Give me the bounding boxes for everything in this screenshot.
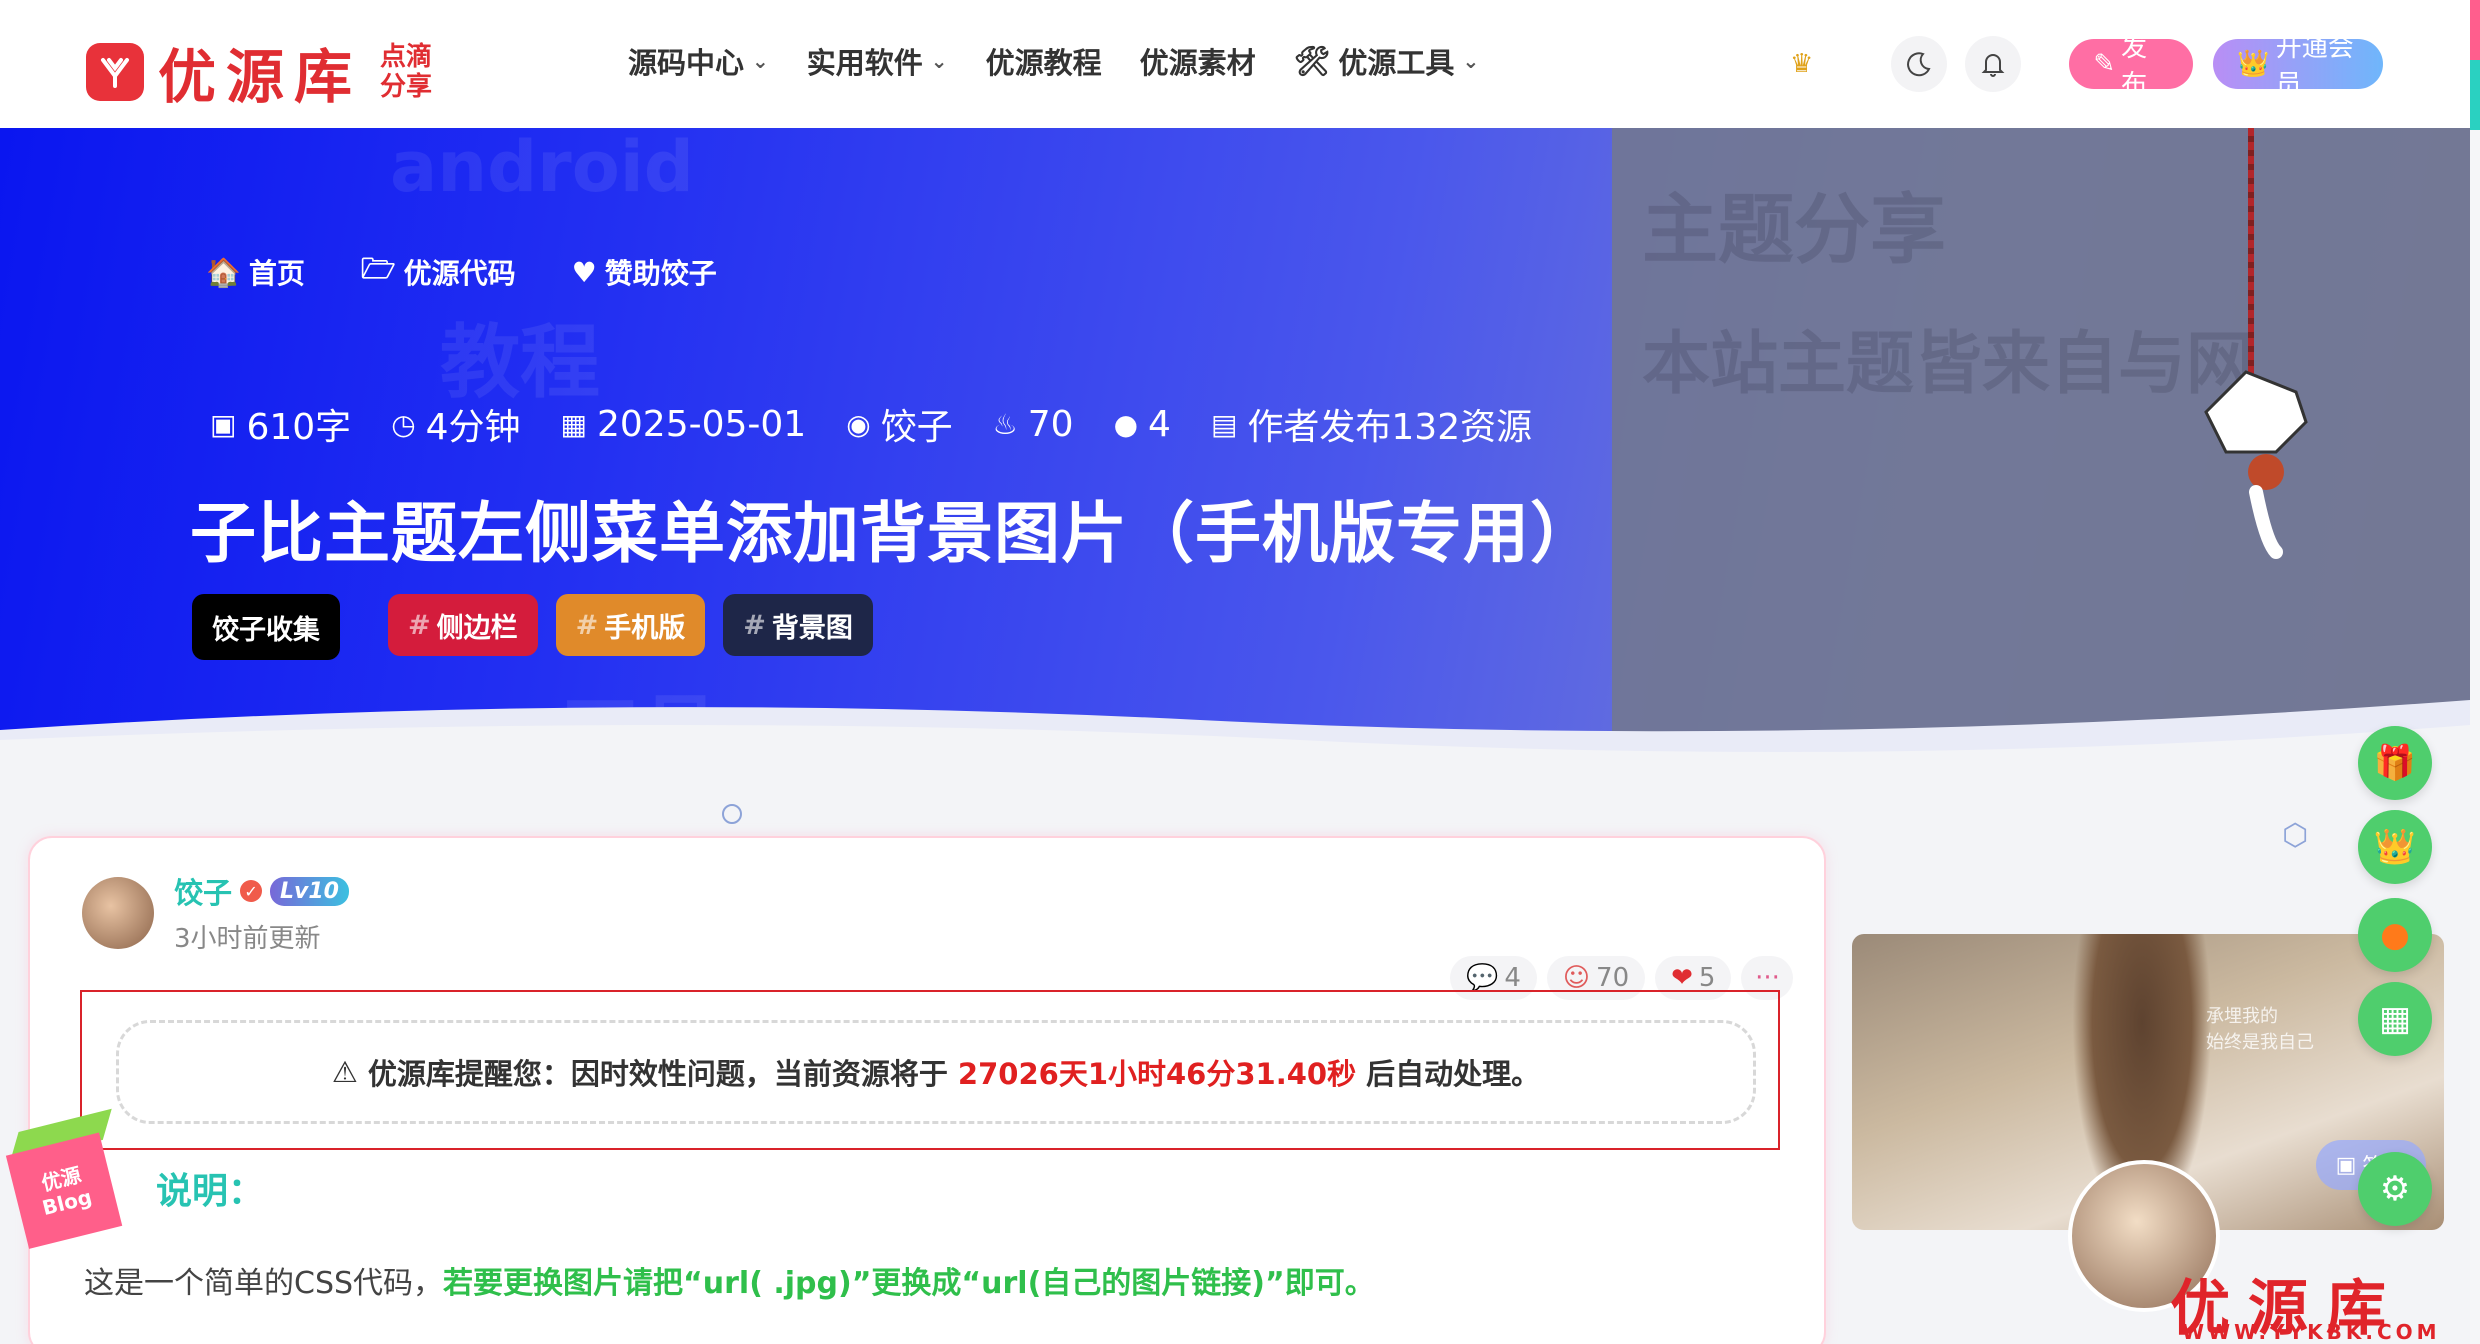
update-time: 3小时前更新 (174, 924, 321, 954)
vip-crown-icon: 👑 (2237, 49, 2270, 79)
avatar[interactable] (82, 876, 154, 949)
author-info: 饺子 ✓ Lv10 3小时前更新 (82, 870, 349, 955)
bg-decor-text: android (390, 128, 694, 208)
book-icon: ▤ (1210, 407, 1238, 441)
meta-views: ♨ 70 (992, 403, 1074, 445)
expiry-notice: ⚠ 优源库提醒您：因时效性问题，当前资源将于 27026天1小时46分31.40… (116, 1020, 1756, 1124)
meta-read-time: ◷ 4分钟 (391, 407, 521, 448)
orange-dot-icon: ● (2380, 915, 2410, 955)
qrcode-button[interactable]: ▦ (2358, 982, 2432, 1056)
site-logo[interactable]: 优源库 点滴 分享 (86, 30, 432, 114)
breadcrumb: 🏠 首页 🗁 优源代码 ♥ 赞助饺子 (206, 248, 717, 296)
hero-wave (0, 700, 2470, 760)
chevron-down-icon: ⌄ (752, 49, 769, 73)
chevron-down-icon: ⌄ (930, 49, 948, 73)
logo-text: 优源库 (158, 43, 363, 111)
meta-comments: ● 4 (1113, 403, 1171, 445)
clock-icon: ◷ (391, 407, 416, 441)
breadcrumb-home[interactable]: 🏠 首页 (206, 248, 305, 296)
nav-item-software[interactable]: 实用软件 ⌄ (807, 40, 948, 82)
verified-icon: ✓ (240, 880, 263, 902)
header-actions: ♛ ✎ 发布 👑 开通会员 (1790, 33, 2384, 100)
heart-icon: ♥ (571, 255, 597, 289)
warning-icon: ⚠ (331, 1055, 358, 1089)
qrcode-icon: ▦ (2378, 999, 2412, 1039)
comment-icon: 💬 (1466, 963, 1499, 993)
nav-item-source[interactable]: 源码中心 ⌄ (628, 40, 769, 82)
nav-item-tools[interactable]: 🛠 优源工具 ⌄ (1294, 40, 1480, 82)
folder-icon: 🗁 (360, 252, 396, 285)
user-shield-icon: ◉ (846, 407, 871, 441)
tag-background[interactable]: # 背景图 (723, 594, 873, 656)
vip-float-button[interactable]: 👑 (2358, 810, 2432, 884)
calendar-icon: ▦ (560, 407, 587, 441)
breadcrumb-category[interactable]: 🗁 优源代码 (361, 248, 516, 296)
category-badge[interactable]: 饺子收集 (192, 594, 340, 660)
watermark-url: WWW.YYKBK.COM (2182, 1320, 2441, 1344)
gear-icon: ⚙ (2379, 1169, 2411, 1209)
level-badge: Lv10 (270, 876, 349, 906)
meta-date: ▦ 2025-05-01 (560, 403, 807, 445)
home-icon: 🏠 (206, 255, 241, 289)
gift-button[interactable]: 🎁 (2358, 726, 2432, 800)
hanging-cat-icon (2204, 370, 2308, 559)
heart-icon: ❤ (1671, 963, 1693, 993)
post-title: 子比主题左侧菜单添加背景图片（手机版专用） (190, 495, 1597, 572)
post-meta: ▣ 610字 ◷ 4分钟 ▦ 2025-05-01 ◉ 饺子 ♨ 70 ● 4 ▤ 作者发布1… (210, 398, 1532, 450)
comment-icon: ● (1113, 407, 1139, 441)
eye-icon: ☺ (1562, 963, 1591, 993)
codepen-icon[interactable]: ⬡ (2282, 818, 2308, 853)
countdown-timer: 27026天1小时46分31.40秒 (957, 1057, 1357, 1091)
post-body-text: 这是一个简单的CSS代码，若要更换图片请把“url( .jpg)”更换成“url… (84, 1266, 1375, 1301)
bg-decor-text: 本站主题皆来自与网 (1642, 325, 2255, 404)
pencil-icon: ✎ (2093, 49, 2116, 79)
top-header: 优源库 点滴 分享 源码中心 ⌄ 实用软件 ⌄ 优源教程 优源素材 🛠 优源工具 ⌄ ♛ (0, 0, 2470, 128)
publish-button[interactable]: ✎ 发布 (2069, 33, 2194, 100)
meta-author-resources[interactable]: ▤ 作者发布132资源 (1211, 398, 1532, 450)
post-tags: 饺子收集 # 侧边栏 # 手机版 # 背景图 (192, 594, 873, 660)
scrollbar[interactable] (2470, 0, 2480, 1344)
tag-mobile[interactable]: # 手机版 (555, 594, 706, 656)
decor-ring (722, 804, 742, 824)
nav-item-tutorial[interactable]: 优源教程 (986, 40, 1102, 82)
section-heading: 说明： (156, 1171, 265, 1212)
tools-icon: 🛠 (1293, 43, 1331, 78)
main-nav: 源码中心 ⌄ 实用软件 ⌄ 优源教程 优源素材 🛠 优源工具 ⌄ (628, 40, 1479, 82)
theme-float-button[interactable]: ● (2358, 898, 2432, 972)
crown-icon[interactable]: ♛ (1790, 49, 1813, 79)
meta-author[interactable]: ◉ 饺子 (846, 398, 952, 450)
meta-word-count: ▣ 610字 (210, 407, 352, 448)
moon-icon (1907, 52, 1931, 77)
bg-decor-text: 教程 (440, 316, 600, 409)
fire-icon: ♨ (992, 407, 1018, 441)
tag-sidebar[interactable]: # 侧边栏 (388, 594, 538, 656)
bell-icon (1981, 54, 2005, 77)
dark-mode-toggle[interactable] (1891, 36, 1948, 92)
bg-decor-text: 主题分享 (1642, 185, 1946, 274)
chevron-down-icon: ⌄ (1462, 49, 1480, 73)
settings-button[interactable]: ⚙ (2358, 1152, 2432, 1226)
document-icon: ▣ (210, 407, 237, 441)
post-card: 饺子 ✓ Lv10 3小时前更新 💬 4 ☺ 70 ❤ 5 ··· ⚠ 优源库提醒您：… (28, 836, 1826, 1344)
vip-button[interactable]: 👑 开通会员 (2213, 33, 2384, 100)
crown-icon: 👑 (2373, 827, 2417, 867)
calendar-check-icon: ▣ (2335, 1152, 2357, 1178)
logo-mark-icon (86, 43, 144, 101)
breadcrumb-sponsor[interactable]: ♥ 赞助饺子 (572, 248, 717, 296)
post-hero: android 教程 工具 主题分享 本站主题皆来自与网 🏠首页 🗁优源代码 ♥… (0, 128, 2470, 760)
notification-button[interactable] (1965, 36, 2022, 92)
nav-item-material[interactable]: 优源素材 (1140, 40, 1256, 82)
author-name[interactable]: 饺子 (174, 870, 232, 912)
logo-subtitle: 点滴 分享 (380, 42, 433, 102)
hanging-cat-string (2248, 128, 2254, 388)
gift-icon: 🎁 (2373, 743, 2417, 783)
